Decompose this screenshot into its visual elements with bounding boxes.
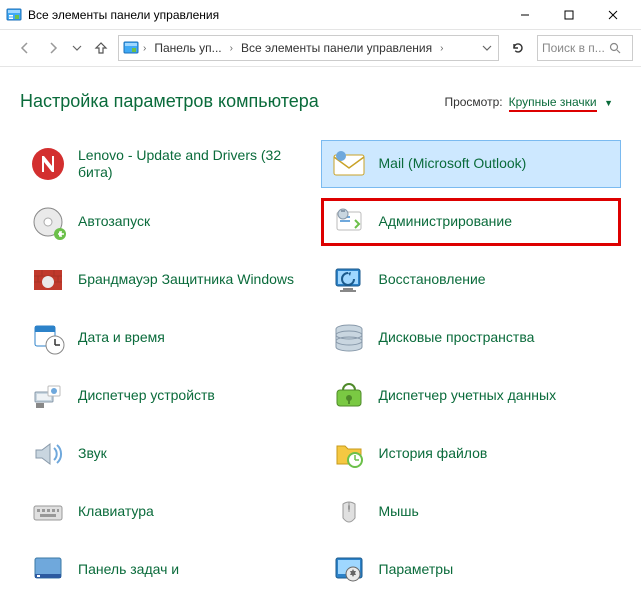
minimize-button[interactable] xyxy=(503,0,547,30)
item-label: Диспетчер учетных данных xyxy=(379,387,557,405)
view-value: Крупные значки xyxy=(509,95,597,112)
navbar: › Панель уп... › Все элементы панели упр… xyxy=(0,30,641,66)
window-controls xyxy=(503,0,635,30)
lenovo-update-icon xyxy=(28,144,68,184)
forward-button[interactable] xyxy=(42,37,64,59)
keyboard-icon xyxy=(28,492,68,532)
parameters-icon xyxy=(329,550,369,590)
item-recovery[interactable]: Восстановление xyxy=(321,256,622,304)
history-dropdown[interactable] xyxy=(70,37,84,59)
content-area: Настройка параметров компьютера Просмотр… xyxy=(0,67,641,594)
item-file-history[interactable]: История файлов xyxy=(321,430,622,478)
item-sound[interactable]: Звук xyxy=(20,430,321,478)
item-label: Звук xyxy=(78,445,107,463)
address-bar[interactable]: › Панель уп... › Все элементы панели упр… xyxy=(118,35,499,61)
item-firewall[interactable]: Брандмауэр Защитника Windows xyxy=(20,256,321,304)
address-icon xyxy=(123,40,139,56)
recovery-icon xyxy=(329,260,369,300)
refresh-button[interactable] xyxy=(505,35,531,61)
item-label: Администрирование xyxy=(379,213,513,231)
item-credential-manager[interactable]: Диспетчер учетных данных xyxy=(321,372,622,420)
items-grid: Lenovo - Update and Drivers (32 бита) Ma… xyxy=(20,140,641,594)
up-button[interactable] xyxy=(90,37,112,59)
chevron-right-icon[interactable]: › xyxy=(438,43,445,54)
item-label: Lenovo - Update and Drivers (32 бита) xyxy=(78,147,313,182)
search-input[interactable]: Поиск в п... xyxy=(537,35,633,61)
item-label: Дата и время xyxy=(78,329,165,347)
admin-tools-icon xyxy=(329,202,369,242)
item-autoplay[interactable]: Автозапуск xyxy=(20,198,321,246)
file-history-icon xyxy=(329,434,369,474)
mail-icon xyxy=(329,144,369,184)
item-mail[interactable]: Mail (Microsoft Outlook) xyxy=(321,140,622,188)
item-lenovo-update[interactable]: Lenovo - Update and Drivers (32 бита) xyxy=(20,140,321,188)
storage-spaces-icon xyxy=(329,318,369,358)
search-placeholder: Поиск в п... xyxy=(542,41,605,55)
breadcrumb-0[interactable]: Панель уп... xyxy=(150,39,225,57)
item-mouse[interactable]: Мышь xyxy=(321,488,622,536)
item-label: Mail (Microsoft Outlook) xyxy=(379,155,527,173)
item-label: Автозапуск xyxy=(78,213,150,231)
item-label: Восстановление xyxy=(379,271,486,289)
view-selector[interactable]: Крупные значки ▼ xyxy=(509,93,613,111)
breadcrumb-1[interactable]: Все элементы панели управления xyxy=(237,39,436,57)
autoplay-icon xyxy=(28,202,68,242)
item-label: Параметры xyxy=(379,561,454,579)
titlebar: Все элементы панели управления xyxy=(0,0,641,30)
chevron-down-icon: ▼ xyxy=(604,98,613,108)
taskbar-icon xyxy=(28,550,68,590)
item-label: Брандмауэр Защитника Windows xyxy=(78,271,294,289)
chevron-right-icon[interactable]: › xyxy=(141,43,148,54)
item-label: Панель задач и xyxy=(78,561,179,579)
item-label: Клавиатура xyxy=(78,503,154,521)
view-label: Просмотр: xyxy=(444,95,502,109)
item-storage-spaces[interactable]: Дисковые пространства xyxy=(321,314,622,362)
address-dropdown[interactable] xyxy=(480,43,494,53)
page-title: Настройка параметров компьютера xyxy=(20,91,444,112)
close-button[interactable] xyxy=(591,0,635,30)
item-administration[interactable]: Администрирование xyxy=(321,198,622,246)
item-label: Дисковые пространства xyxy=(379,329,535,347)
chevron-right-icon[interactable]: › xyxy=(228,43,235,54)
device-manager-icon xyxy=(28,376,68,416)
back-button[interactable] xyxy=(14,37,36,59)
item-taskbar[interactable]: Панель задач и xyxy=(20,546,321,594)
item-device-manager[interactable]: Диспетчер устройств xyxy=(20,372,321,420)
item-label: Диспетчер устройств xyxy=(78,387,215,405)
item-keyboard[interactable]: Клавиатура xyxy=(20,488,321,536)
item-label: Мышь xyxy=(379,503,419,521)
maximize-button[interactable] xyxy=(547,0,591,30)
search-icon xyxy=(609,42,621,54)
control-panel-icon xyxy=(6,7,22,23)
credential-manager-icon xyxy=(329,376,369,416)
item-label: История файлов xyxy=(379,445,488,463)
item-parameters[interactable]: Параметры xyxy=(321,546,622,594)
firewall-icon xyxy=(28,260,68,300)
mouse-icon xyxy=(329,492,369,532)
date-time-icon xyxy=(28,318,68,358)
heading-row: Настройка параметров компьютера Просмотр… xyxy=(20,91,641,112)
item-date-time[interactable]: Дата и время xyxy=(20,314,321,362)
sound-icon xyxy=(28,434,68,474)
window-title: Все элементы панели управления xyxy=(28,8,503,22)
